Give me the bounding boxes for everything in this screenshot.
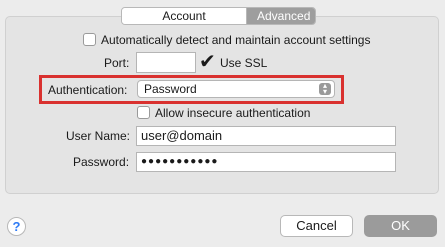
ok-button[interactable]: OK (364, 215, 437, 237)
port-field[interactable] (136, 52, 196, 73)
auto-detect-checkbox[interactable] (83, 33, 96, 46)
user-name-label: User Name: (66, 129, 131, 143)
tab-account-information[interactable]: Account Information (122, 8, 246, 24)
tab-bar: Account Information Advanced (121, 7, 316, 25)
cancel-button[interactable]: Cancel (280, 215, 353, 237)
allow-insecure-label: Allow insecure authentication (155, 106, 311, 120)
ssl-check-icon[interactable]: ✔ (199, 49, 216, 74)
allow-insecure-checkbox[interactable] (137, 106, 150, 119)
tab-advanced[interactable]: Advanced (246, 8, 315, 24)
password-label: Password: (73, 155, 130, 169)
use-ssl-label: Use SSL (220, 56, 268, 70)
help-icon[interactable]: ? (7, 217, 26, 236)
auto-detect-label: Automatically detect and maintain accoun… (101, 33, 371, 47)
port-label: Port: (104, 56, 130, 70)
user-name-field[interactable]: user@domain (136, 126, 396, 146)
highlight-box (39, 75, 344, 104)
password-field[interactable]: ●●●●●●●●●●● (136, 152, 396, 172)
